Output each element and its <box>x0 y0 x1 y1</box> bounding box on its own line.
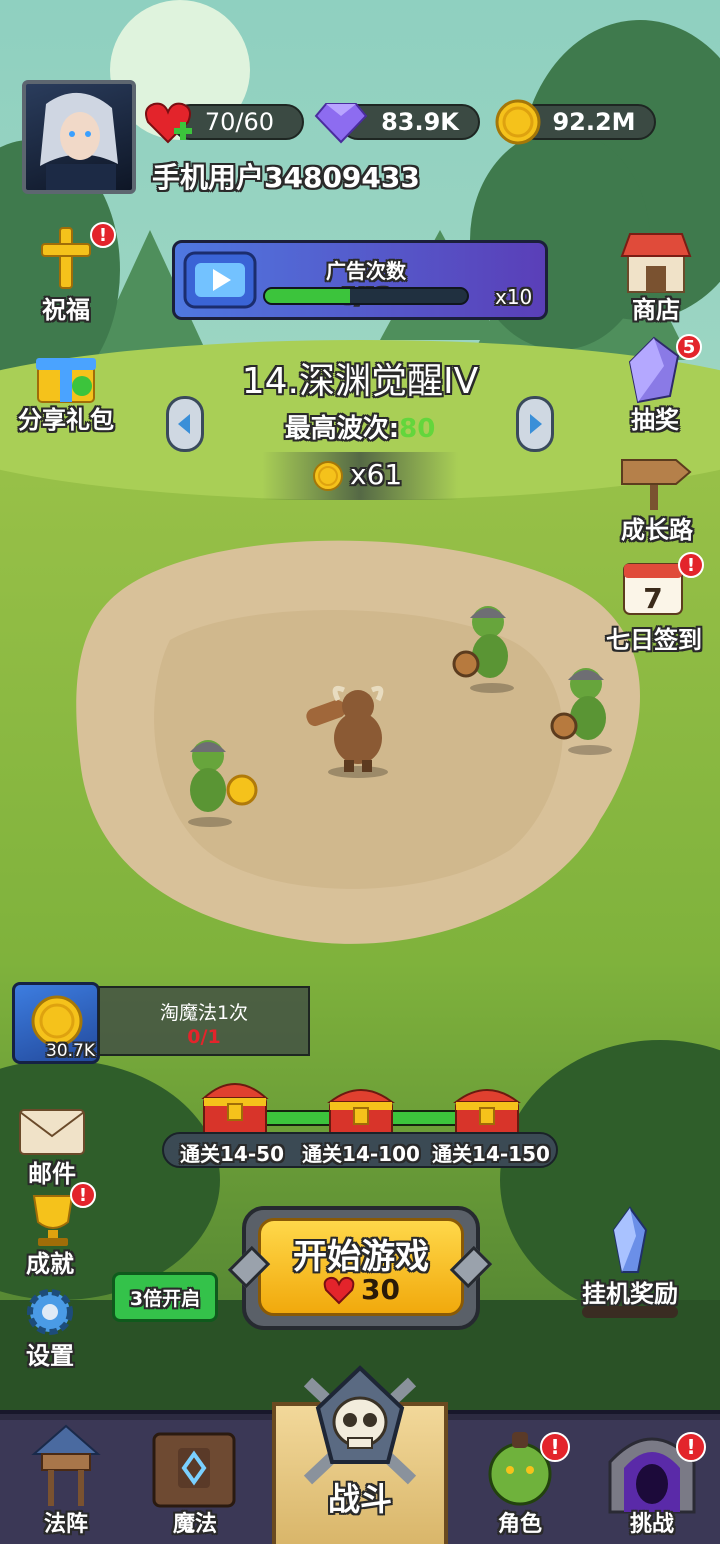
chest-label-1: 通关14-50 <box>180 1142 284 1166</box>
nav-challenge-label: 挑战 <box>629 1512 674 1537</box>
gold-coin-icon <box>313 461 343 491</box>
signpost-icon <box>621 459 692 510</box>
goblin-enemy-sprite-2 <box>550 668 612 755</box>
alert-badge: ! <box>676 1432 706 1462</box>
lottery-label: 抽奖 <box>631 406 679 434</box>
skull-crossed-swords-icon <box>303 1365 417 1485</box>
gift-box-icon <box>36 358 96 403</box>
quest-reward-icon[interactable]: 30.7K <box>12 982 100 1064</box>
shop-label: 商店 <box>632 296 680 324</box>
gear-icon <box>27 1289 73 1335</box>
quest-coin-amount: 30.7K <box>46 1041 95 1061</box>
nav-formation-label: 法阵 <box>43 1512 88 1537</box>
alert-badge: ! <box>70 1182 96 1208</box>
crystal-icon <box>628 336 680 404</box>
username: 手机用户34809433 <box>152 161 420 194</box>
growth-path-button[interactable]: 成长路 <box>604 446 710 544</box>
alert-badge: ! <box>540 1432 570 1462</box>
chest-milestones: 通关14-50 通关14-100 通关14-150 <box>162 1132 558 1168</box>
calendar-day: 7 <box>643 582 662 615</box>
quest-progress: 0/1 <box>187 1026 221 1048</box>
heart-icon <box>323 1276 355 1305</box>
gold-coin-icon[interactable] <box>494 98 544 148</box>
lottery-button[interactable]: 5 抽奖 <box>610 334 710 434</box>
achievement-button[interactable]: ! 成就 <box>10 1182 96 1278</box>
treasure-chest-icon-2[interactable] <box>324 1080 398 1140</box>
treasure-chest-icon-3[interactable] <box>450 1080 524 1140</box>
arrow-right-icon <box>530 414 542 434</box>
best-wave-label: 最高波次: <box>284 414 400 444</box>
spellbook-icon <box>152 1432 236 1508</box>
best-wave-value: 80 <box>399 414 436 444</box>
calendar-icon: 7 <box>623 563 683 615</box>
stage-reward-amount: x61 <box>350 458 403 491</box>
idle-reward-label: 挂机奖励 <box>582 1280 678 1308</box>
idle-reward-bar <box>582 1306 678 1318</box>
shop-stall-icon <box>620 233 692 293</box>
start-game-label: 开始游戏 <box>293 1237 429 1277</box>
nav-character-label: 角色 <box>497 1512 542 1537</box>
avatar-portrait-icon <box>40 92 118 190</box>
chest-label-3: 通关14-150 <box>432 1142 550 1166</box>
envelope-icon <box>19 1109 85 1155</box>
start-game-cost: 30 <box>361 1273 400 1306</box>
prev-stage-button[interactable] <box>166 396 204 452</box>
goblin-enemy-sprite-3 <box>188 740 258 827</box>
share-gift-button[interactable]: 分享礼包 <box>8 342 124 438</box>
settings-button[interactable]: 设置 <box>10 1280 90 1370</box>
game-scene: 70/60 83.9K 92.2M 手机用户34809433 ! 祝福 分享礼包… <box>0 0 720 1544</box>
video-play-icon <box>183 251 257 309</box>
goblin-enemy-sprite <box>452 606 514 693</box>
diamond-icon[interactable] <box>314 98 368 146</box>
triple-speed-label: 3倍开启 <box>129 1287 201 1310</box>
gems-value: 83.9K <box>381 108 459 136</box>
watchtower-icon <box>31 1424 101 1506</box>
minotaur-hero-sprite <box>306 685 388 778</box>
seven-day-label: 七日签到 <box>606 626 702 654</box>
golden-cross-icon <box>41 227 91 289</box>
alert-badge: ! <box>90 222 116 248</box>
heart-plus-icon[interactable] <box>142 98 196 148</box>
ad-progress-fill <box>265 289 350 303</box>
nav-formation[interactable]: 法阵 <box>12 1420 120 1538</box>
settings-label: 设置 <box>26 1342 74 1370</box>
growth-path-label: 成长路 <box>621 516 693 544</box>
lottery-count-badge: 5 <box>676 334 702 360</box>
coins-value: 92.2M <box>552 108 636 136</box>
next-stage-button[interactable] <box>516 396 554 452</box>
idle-reward-button[interactable]: 挂机奖励 <box>574 1204 686 1324</box>
mail-button[interactable]: 邮件 <box>14 1104 90 1188</box>
alert-badge: ! <box>678 552 704 578</box>
blessing-button[interactable]: ! 祝福 <box>18 222 116 324</box>
treasure-chest-icon[interactable] <box>198 1074 272 1140</box>
nav-challenge[interactable]: ! 挑战 <box>590 1420 714 1538</box>
idle-crystal-icon <box>612 1206 648 1273</box>
nav-battle[interactable]: 战斗 <box>268 1362 452 1544</box>
achievement-label: 成就 <box>26 1250 74 1278</box>
blessing-label: 祝福 <box>42 296 90 324</box>
ad-multiplier: x10 <box>495 285 533 309</box>
chest-label-2: 通关14-100 <box>302 1142 420 1166</box>
stage-name: 14.深渊觉醒IV <box>241 361 479 402</box>
triple-speed-button[interactable]: 3倍开启 <box>112 1272 218 1322</box>
start-game-button[interactable]: 开始游戏 30 <box>258 1218 464 1316</box>
best-wave: 最高波次:80 <box>230 408 490 445</box>
seven-day-signin-button[interactable]: 7 ! 七日签到 <box>598 550 710 654</box>
hearts-value: 70/60 <box>204 108 274 136</box>
nav-battle-label: 战斗 <box>327 1480 392 1518</box>
share-gift-label: 分享礼包 <box>18 406 114 434</box>
ad-watch-banner[interactable]: 广告次数 5/12 x10 <box>172 240 548 320</box>
stage-reward: x61 <box>262 452 458 500</box>
quest-title: 淘魔法1次 <box>159 1002 249 1024</box>
nav-magic[interactable]: 魔法 <box>140 1420 250 1538</box>
nav-character[interactable]: ! 角色 <box>468 1420 572 1538</box>
shop-button[interactable]: 商店 <box>610 228 702 324</box>
nav-magic-label: 魔法 <box>172 1512 217 1537</box>
ad-progress-bar <box>263 287 469 305</box>
quest-panel[interactable]: 淘魔法1次 0/1 <box>98 986 310 1056</box>
arrow-left-icon <box>178 414 190 434</box>
player-avatar[interactable] <box>22 80 136 194</box>
